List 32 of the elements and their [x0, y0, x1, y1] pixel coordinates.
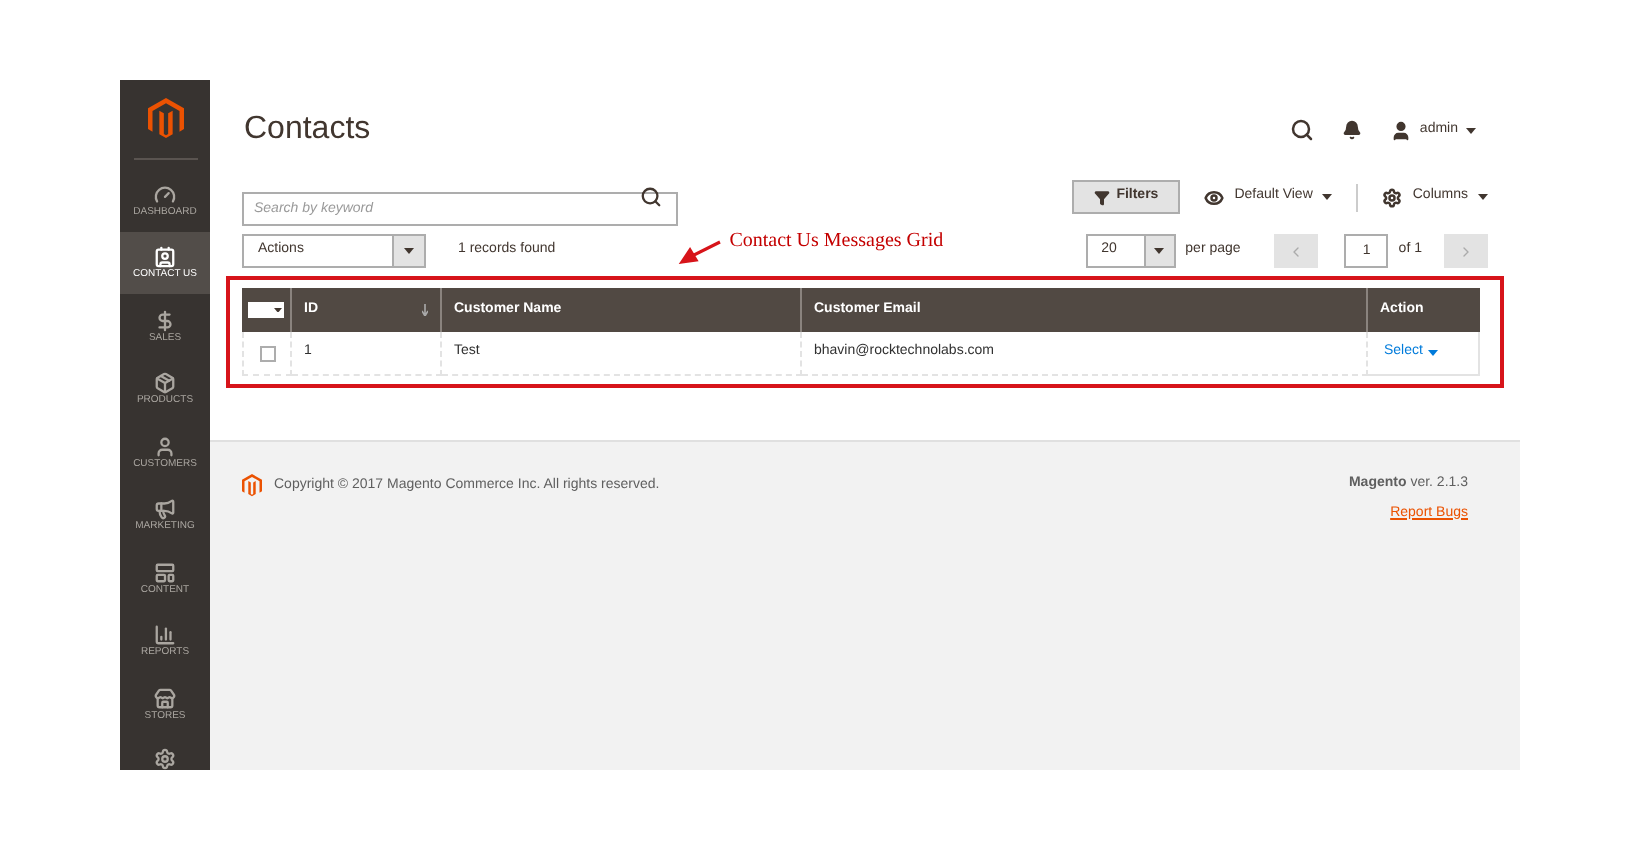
megaphone-icon: [154, 498, 176, 521]
gear-icon: [1382, 187, 1403, 207]
annotation-arrow: [677, 239, 722, 263]
row-checkbox[interactable]: [259, 345, 275, 361]
storefront-icon: [154, 687, 176, 710]
logo-icon: [147, 98, 183, 141]
caret-icon: [274, 307, 282, 313]
caret-icon: [1478, 194, 1488, 200]
search-icon[interactable]: [1289, 118, 1314, 142]
caret-icon: [404, 248, 414, 254]
caret-icon: [1466, 127, 1476, 133]
search-icon[interactable]: [640, 186, 662, 208]
mass-select-dropdown[interactable]: [248, 302, 284, 318]
filter-icon: [1094, 189, 1111, 205]
bell-icon[interactable]: [1341, 120, 1362, 140]
annotation-label: Contact Us Messages Grid: [729, 228, 944, 256]
contact-card-icon: [154, 246, 176, 269]
user-icon: [1389, 119, 1412, 141]
gear-icon[interactable]: [154, 748, 176, 770]
logo-icon: [242, 474, 262, 498]
bar-chart-icon: [154, 624, 176, 647]
caret-icon: [1154, 248, 1165, 254]
page-title: Contacts: [244, 110, 371, 150]
person-icon: [154, 435, 176, 458]
gauge-icon: [154, 183, 176, 206]
caret-icon: [1322, 194, 1333, 200]
dollar-icon: [154, 309, 176, 332]
sort-arrow-icon: [422, 304, 428, 316]
caret-icon: [1428, 350, 1439, 356]
box-icon: [154, 372, 176, 395]
layout-icon: [154, 561, 176, 584]
eye-icon: [1204, 187, 1225, 207]
